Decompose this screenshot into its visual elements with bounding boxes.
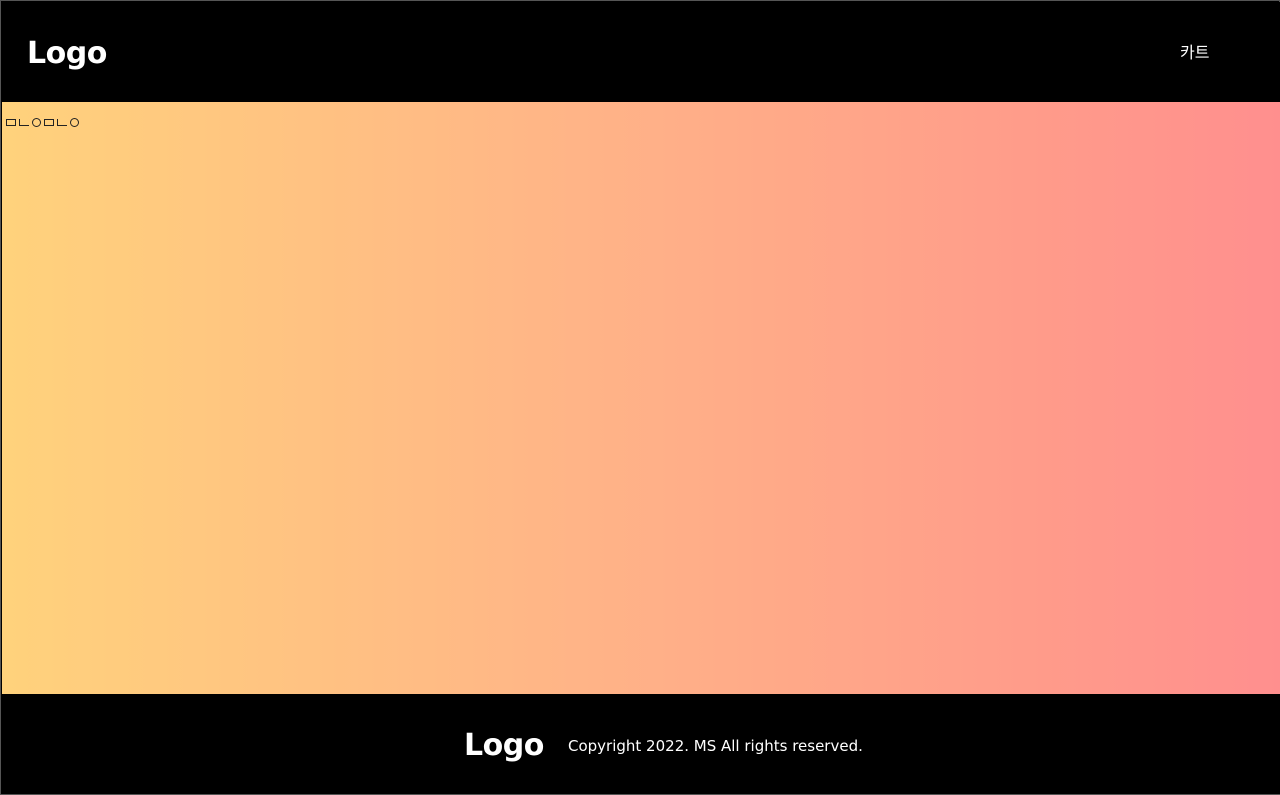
glyph-row — [6, 118, 79, 127]
copyright-text: Copyright 2022. MS All rights reserved. — [568, 737, 863, 755]
site-header: Logo 카트 — [2, 2, 1280, 102]
missing-glyph-box-icon — [44, 119, 54, 126]
missing-glyph-corner-icon — [19, 119, 29, 126]
page-frame: Logo 카트 Logo Copyright 2022. MS All righ… — [0, 0, 1280, 795]
missing-glyph-corner-icon — [57, 119, 67, 126]
missing-glyph-box-icon — [6, 119, 16, 126]
main-content — [2, 102, 1280, 694]
header-logo[interactable]: Logo — [27, 36, 107, 72]
missing-glyph-circle-icon — [70, 118, 79, 127]
site-footer: Logo Copyright 2022. MS All rights reser… — [2, 694, 1280, 794]
missing-glyph-circle-icon — [32, 118, 41, 127]
nav-link-cart[interactable]: 카트 — [1180, 43, 1209, 63]
footer-logo[interactable]: Logo — [464, 728, 544, 764]
